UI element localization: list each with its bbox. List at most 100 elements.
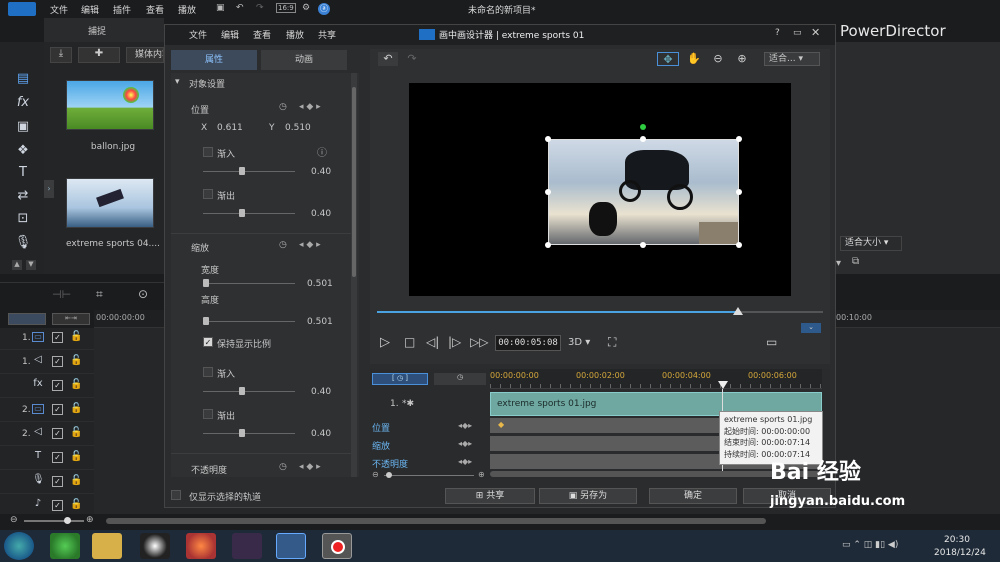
scale-fade-out-slider[interactable] [203, 429, 295, 437]
y-value[interactable]: 0.510 [285, 123, 311, 133]
collapse-chevron-icon[interactable]: ⌄ [801, 323, 821, 333]
play-icon[interactable]: ▷ [380, 335, 390, 350]
track-manager-button[interactable] [8, 313, 46, 325]
slider-knob[interactable] [239, 387, 245, 395]
position-fade-out-checkbox[interactable] [203, 189, 213, 199]
media-thumb-extreme-sports[interactable] [66, 178, 154, 228]
track-enable-checkbox[interactable]: ✓ [52, 404, 63, 415]
slider-knob[interactable] [239, 209, 245, 217]
expand-chevron-icon[interactable]: › [44, 180, 54, 198]
next-frame-icon[interactable]: |▷ [448, 335, 461, 349]
slider-knob[interactable] [203, 317, 209, 325]
popout-icon[interactable]: ⧉ [852, 256, 859, 267]
scale-keyframe-nav-icon[interactable]: ◂ ◆ ▸ [299, 240, 321, 250]
kf-row-position[interactable]: 位置 [372, 421, 390, 434]
x-value[interactable]: 0.611 [217, 123, 243, 133]
scroll-up-icon[interactable]: ▲ [12, 260, 22, 270]
dlg-menu-edit[interactable]: 编辑 [221, 28, 239, 41]
track-enable-checkbox[interactable]: ✓ [52, 356, 63, 367]
resize-handle-t[interactable] [640, 136, 646, 142]
stop-icon[interactable]: □ [404, 335, 415, 349]
pip-room-icon[interactable]: ▣ [14, 118, 32, 136]
playback-progress-track[interactable] [377, 307, 823, 315]
track-header-row[interactable]: fx ✓ 🔓 [0, 376, 94, 398]
scale-fade-in-checkbox[interactable] [203, 367, 213, 377]
track-header-row[interactable]: 🎙 ✓ 🔓 [0, 472, 94, 494]
particle-room-icon[interactable]: ❖ [14, 142, 32, 160]
plugin-puzzle-icon[interactable]: ✚ [78, 47, 120, 63]
playhead-marker[interactable] [733, 307, 744, 315]
resize-handle-l[interactable] [545, 189, 551, 195]
kf-row-scale[interactable]: 缩放 [372, 439, 390, 452]
fast-forward-icon[interactable]: ▷▷ [470, 335, 488, 349]
menu-plugins[interactable]: 插件 [113, 3, 131, 16]
track-lock-icon[interactable]: 🔓 [70, 499, 82, 510]
share-button[interactable]: ⊞ 共享 [445, 488, 535, 504]
slider-knob[interactable] [203, 279, 209, 287]
zoom-out-magnifier-icon[interactable]: ⊖ [710, 52, 726, 65]
dlg-menu-file[interactable]: 文件 [189, 28, 207, 41]
fx-room-icon[interactable]: fx [14, 94, 32, 112]
menu-edit[interactable]: 编辑 [81, 3, 99, 16]
horizontal-scrollbar[interactable] [106, 518, 766, 524]
tray-icons[interactable]: ▭ ⌃ ◫ ▮▯ ◀) [842, 540, 898, 550]
track-lock-icon[interactable]: 🔓 [70, 331, 82, 342]
track-header-row[interactable]: 2. ◁ ✓ 🔓 [0, 424, 94, 446]
ok-button[interactable]: 确定 [649, 488, 737, 504]
tab-capture[interactable]: 捕捉 [88, 24, 106, 37]
zoom-out-icon[interactable]: ⊖ [10, 515, 18, 525]
tl-zoom-knob[interactable] [386, 472, 392, 478]
account-icon[interactable]: ⓐ [318, 3, 330, 15]
track-lock-icon[interactable]: 🔓 [70, 355, 82, 366]
resize-handle-b[interactable] [640, 242, 646, 248]
timecode-display[interactable]: 00:00:05:08 [495, 335, 561, 351]
dialog-timeline-ruler[interactable]: 00:00:00:00 00:00:02:00 00:00:04:00 00:0… [490, 369, 822, 389]
zoom-in-magnifier-icon[interactable]: ⊕ [734, 52, 750, 65]
track-header-row[interactable]: 1. ▭ ✓ 🔓 [0, 328, 94, 350]
aspect-ratio-icon[interactable]: 16:9 [276, 3, 296, 13]
timeline-playhead[interactable] [718, 381, 728, 389]
menu-file[interactable]: 文件 [50, 3, 68, 16]
zoom-in-icon[interactable]: ⊕ [86, 515, 94, 525]
scroll-down-icon[interactable]: ▼ [26, 260, 36, 270]
track-enable-checkbox[interactable]: ✓ [52, 500, 63, 511]
pip-object-frame[interactable] [548, 139, 739, 245]
transition-room-icon[interactable]: ⇄ [14, 187, 32, 205]
slider-knob[interactable] [239, 167, 245, 175]
tab-properties[interactable]: 属性 [171, 50, 257, 70]
scale-keyframe-clock-icon[interactable]: ◷ [279, 240, 287, 250]
properties-scrollbar[interactable] [351, 73, 357, 477]
width-slider[interactable] [203, 279, 295, 287]
media-thumb-ballon[interactable] [66, 80, 154, 130]
track-enable-checkbox[interactable]: ✓ [52, 332, 63, 343]
opacity-keyframe-nav-icon[interactable]: ◂ ◆ ▸ [299, 462, 321, 472]
track-enable-checkbox[interactable]: ✓ [52, 428, 63, 439]
subtitle-room-icon[interactable]: ⊡ [14, 210, 32, 228]
split-icon[interactable]: ⊣⊢ [52, 288, 71, 301]
prev-frame-icon[interactable]: ◁| [426, 335, 439, 349]
voice-record-icon[interactable]: 🎙 [14, 234, 32, 252]
crop-icon[interactable]: ⌗ [96, 287, 103, 302]
save-as-button[interactable]: ▣ 另存为 [539, 488, 637, 504]
save-icon[interactable]: ▣ [216, 3, 225, 13]
position-fade-in-slider[interactable] [203, 167, 295, 175]
firefox-icon[interactable] [186, 533, 216, 559]
position-fade-out-slider[interactable] [203, 209, 295, 217]
scale-fade-in-slider[interactable] [203, 387, 295, 395]
track-lock-icon[interactable]: 🔓 [70, 475, 82, 486]
browser-green-icon[interactable] [50, 533, 80, 559]
timeline-mode-button[interactable]: [ ◷ ] [372, 373, 428, 385]
zoom-slider[interactable] [24, 517, 84, 524]
tl-zoom-in-icon[interactable]: ⊕ [478, 470, 485, 479]
media-content-dropdown[interactable]: 媒体内容 [126, 47, 164, 63]
menu-view[interactable]: 查看 [146, 3, 164, 16]
scrollbar-thumb[interactable] [352, 87, 356, 277]
slider-knob[interactable] [239, 429, 245, 437]
safe-zone-icon[interactable]: ▭ [766, 335, 777, 349]
track-lock-icon[interactable]: 🔓 [70, 403, 82, 414]
tray-clock[interactable]: 20:30 2018/12/24 [934, 534, 986, 560]
resize-handle-r[interactable] [736, 189, 742, 195]
settings-gear-icon[interactable]: ⚙ [302, 3, 310, 13]
tab-animation[interactable]: 动画 [261, 50, 347, 70]
opacity-keyframe-clock-icon[interactable]: ◷ [279, 462, 287, 472]
